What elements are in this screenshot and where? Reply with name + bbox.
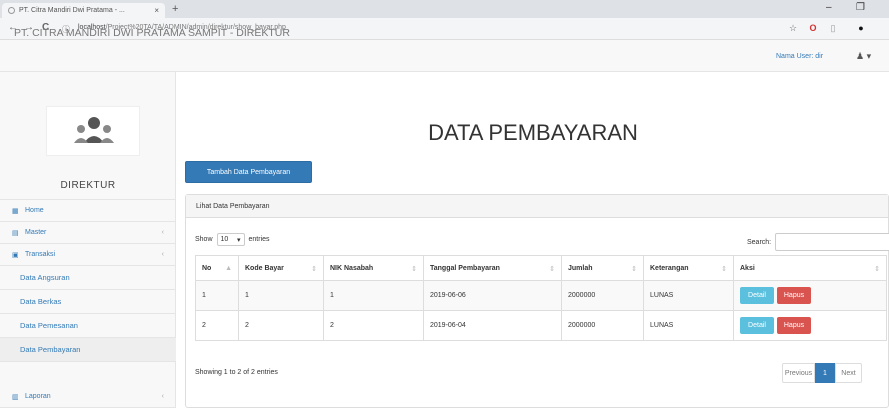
cell-keterangan: LUNAS [643,310,734,341]
sidebar-item-label: Data Pemesanan [20,321,78,330]
cell-aksi: Detail Hapus [733,280,887,311]
brand-title[interactable]: PT. CITRA MANDIRI DWI PRATAMA SAMPIT - D… [14,27,290,39]
cell-no: 1 [195,280,239,311]
sidebar-item-label: Transaksi [25,251,56,258]
chevron-left-icon: ‹ [161,251,164,258]
sidebar-item-transaksi[interactable]: ▣ Transaksi ‹ [0,244,176,266]
sidebar-item-label: Data Pembayaran [20,345,81,354]
file-icon: ▣ [12,251,19,259]
star-icon[interactable]: ☆ [788,23,798,33]
table-row: 2 2 2 2019-06-04 2000000 LUNAS Detail Hap… [195,310,887,341]
opera-icon[interactable]: O [808,23,818,33]
cell-jumlah: 2000000 [561,310,644,341]
cell-keterangan: LUNAS [643,280,734,311]
show-label: Show [195,236,213,243]
cell-aksi: Detail Hapus [733,310,887,341]
browser-tab[interactable]: PT. Citra Mandiri Dwi Pratama - ... × [2,3,165,18]
profile-box: DIREKTUR [0,72,176,200]
column-header-kode-bayar[interactable]: Kode Bayar ⇕ [238,255,324,281]
minimize-button[interactable]: – [826,2,832,13]
table-info: Showing 1 to 2 of 2 entries [195,369,278,376]
column-header-aksi[interactable]: Aksi ⇕ [733,255,887,281]
sidebar: DIREKTUR ▦ Home ▤ Master ‹ ▣ Transaksi ‹… [0,72,176,408]
sidebar-item-label: Master [25,229,47,236]
cell-tanggal: 2019-06-04 [423,310,562,341]
cell-jumlah: 2000000 [561,280,644,311]
entries-select[interactable]: 10 ▾ [216,233,245,246]
sidebar-item-home[interactable]: ▦ Home [0,200,176,222]
pagination: Previous 1 Next [782,363,862,383]
column-header-jumlah[interactable]: Jumlah ⇕ [561,255,644,281]
sort-icon: ⇕ [631,265,637,273]
browser-tab-strip: PT. Citra Mandiri Dwi Pratama - ... × + … [0,0,889,18]
column-header-no[interactable]: No ▲ [195,255,239,281]
add-payment-button[interactable]: Tambah Data Pembayaran [185,161,312,183]
app-header: Nama User: dir ♟ ▾ [0,40,889,72]
cell-kode-bayar: 1 [238,280,324,311]
sort-icon: ⇕ [549,265,555,273]
next-page-button[interactable]: Next [835,363,862,383]
detail-button[interactable]: Detail [740,287,774,304]
length-control: Show 10 ▾ entries [195,233,270,246]
dashboard-icon: ▦ [12,207,19,215]
column-header-tanggal[interactable]: Tanggal Pembayaran ⇕ [423,255,562,281]
avatar [46,106,140,156]
chevron-left-icon: ‹ [161,229,164,236]
extension-icon[interactable]: ▯ [828,23,838,33]
chart-icon: ▥ [12,393,19,401]
sidebar-item-data-angsuran[interactable]: Data Angsuran [0,266,176,290]
sidebar-item-data-pemesanan[interactable]: Data Pemesanan [0,314,176,338]
sort-icon: ⇕ [411,265,417,273]
page-title: DATA PEMBAYARAN [428,120,638,145]
table-row: 1 1 1 2019-06-06 2000000 LUNAS Detail Hap… [195,280,887,311]
delete-button[interactable]: Hapus [777,317,811,334]
sidebar-item-label: Data Angsuran [20,273,70,282]
chevron-down-icon: ▾ [237,236,241,244]
search-label: Search: [747,238,772,246]
sidebar-item-label: Data Berkas [20,297,62,306]
profile-name: DIREKTUR [60,180,116,191]
users-icon [74,117,114,143]
sidebar-item-data-berkas[interactable]: Data Berkas [0,290,176,314]
sidebar-item-laporan[interactable]: ▥ Laporan ‹ [0,386,176,408]
globe-icon [8,7,15,14]
entries-label: entries [248,236,270,243]
sidebar-item-label: Home [25,207,44,214]
sort-icon: ⇕ [311,265,317,273]
sort-asc-icon: ▲ [225,264,232,272]
main-content: DATA PEMBAYARAN Tambah Data Pembayaran L… [177,72,889,408]
sort-icon: ⇕ [874,265,880,273]
sidebar-item-data-pembayaran[interactable]: Data Pembayaran [0,338,176,362]
entries-select-value: 10 [220,236,229,243]
cell-kode-bayar: 2 [238,310,324,341]
search-control: Search: [747,233,889,251]
cell-nik: 2 [323,310,424,341]
page-1-button[interactable]: 1 [815,363,835,383]
cell-no: 2 [195,310,239,341]
data-panel: Lihat Data Pembayaran Show 10 ▾ entries … [185,194,889,408]
column-header-nik-nasabah[interactable]: NIK Nasabah ⇕ [323,255,424,281]
delete-button[interactable]: Hapus [777,287,811,304]
tab-close-icon[interactable]: × [154,6,159,15]
maximize-button[interactable]: ❐ [856,2,865,13]
search-input[interactable] [775,233,889,251]
previous-page-button[interactable]: Previous [782,363,815,383]
user-menu[interactable]: Nama User: dir [776,53,823,60]
detail-button[interactable]: Detail [740,317,774,334]
sitemap-icon: ▤ [12,229,19,237]
sidebar-item-label: Laporan [25,393,51,400]
new-tab-button[interactable]: + [172,3,178,15]
chevron-left-icon: ‹ [161,393,164,400]
tab-title: PT. Citra Mandiri Dwi Pratama - ... [19,7,125,14]
profile-icon[interactable]: ● [856,23,866,33]
payment-table: No ▲ Kode Bayar ⇕ NIK Nasabah ⇕ Tanggal Pem… [195,255,887,341]
cell-nik: 1 [323,280,424,311]
cell-tanggal: 2019-06-06 [423,280,562,311]
panel-heading: Lihat Data Pembayaran [186,195,888,218]
user-icon[interactable]: ♟ ▾ [856,51,871,62]
column-header-keterangan[interactable]: Keterangan ⇕ [643,255,734,281]
table-header-row: No ▲ Kode Bayar ⇕ NIK Nasabah ⇕ Tanggal Pem… [195,255,887,281]
sidebar-item-master[interactable]: ▤ Master ‹ [0,222,176,244]
sort-icon: ⇕ [721,265,727,273]
